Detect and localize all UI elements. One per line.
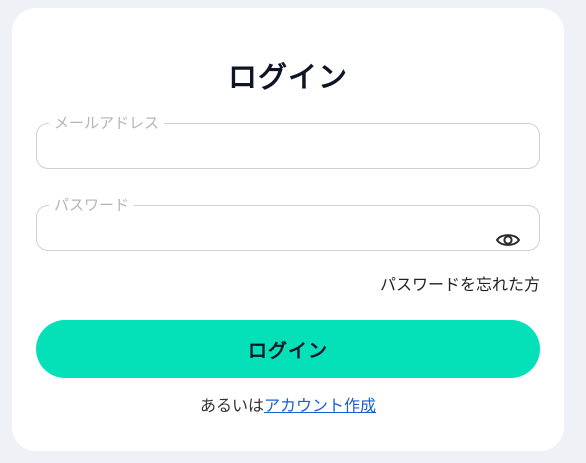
- eye-icon-glyph: [496, 234, 520, 246]
- login-card: ログイン メールアドレス パスワード パスワードを忘れた方 ログイン あるいはア…: [12, 8, 564, 451]
- eye-icon[interactable]: [495, 230, 521, 250]
- email-label: メールアドレス: [54, 114, 160, 132]
- alternative-prefix: あるいは: [199, 396, 264, 415]
- login-button[interactable]: ログイン: [36, 320, 540, 378]
- password-label: パスワード: [54, 196, 130, 214]
- forgot-password-link[interactable]: パスワードを忘れた方: [380, 271, 540, 295]
- create-account-link[interactable]: アカウント作成: [264, 396, 376, 415]
- page-title: ログイン: [227, 60, 348, 94]
- password-field[interactable]: パスワード: [36, 198, 540, 251]
- email-field[interactable]: メールアドレス: [36, 116, 540, 169]
- alternative-line: あるいはアカウント作成: [12, 392, 564, 416]
